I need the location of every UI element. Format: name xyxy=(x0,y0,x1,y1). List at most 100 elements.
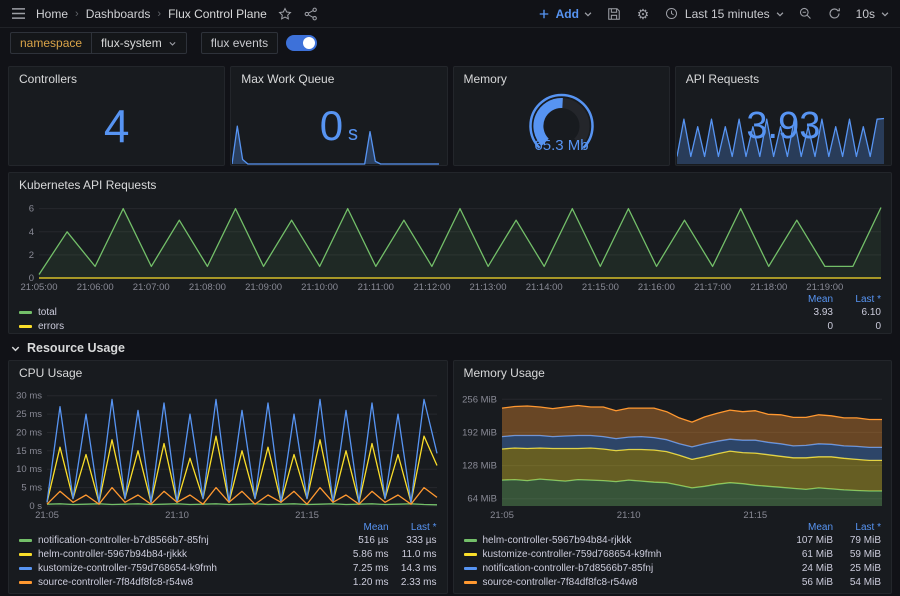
legend-last-value: 11.0 ms xyxy=(389,549,437,560)
legend-item[interactable]: source-controller-7f84df8fc8-r54w81.20 m… xyxy=(19,575,437,589)
legend-last-value: 14.3 ms xyxy=(389,563,437,574)
legend-mean-value: 7.25 ms xyxy=(333,563,389,574)
legend-header: MeanLast * xyxy=(19,521,437,533)
toolbar-right: Add ⚙ Last 15 minutes 10s xyxy=(536,6,890,22)
legend-col-mean[interactable]: Mean xyxy=(777,522,833,533)
legend-item[interactable]: notification-controller-b7d8566b7-85fnj5… xyxy=(19,533,437,547)
legend-mean-value: 3.93 xyxy=(777,307,833,318)
variable-label-text: flux events xyxy=(211,36,268,50)
chevron-down-icon xyxy=(775,9,785,19)
controllers-stat-value: 4 xyxy=(104,103,130,149)
svg-text:21:14:00: 21:14:00 xyxy=(526,282,563,293)
svg-text:21:19:00: 21:19:00 xyxy=(806,282,843,293)
series-color-dash xyxy=(464,539,477,542)
legend-last-value: 25 MiB xyxy=(833,563,881,574)
svg-text:21:05: 21:05 xyxy=(35,510,59,521)
variable-label-namespace: namespace xyxy=(10,32,91,54)
legend-item[interactable]: helm-controller-5967b94b84-rjkkk107 MiB7… xyxy=(464,533,882,547)
panel-title-controllers[interactable]: Controllers xyxy=(19,72,77,86)
chevron-down-icon xyxy=(880,9,890,19)
breadcrumb-dashboards[interactable]: Dashboards xyxy=(86,7,151,21)
api-requests-stat-value: 3.93 xyxy=(746,107,820,145)
panel-title-cpu-usage[interactable]: CPU Usage xyxy=(19,366,82,380)
svg-text:21:15: 21:15 xyxy=(743,510,767,521)
svg-text:21:12:00: 21:12:00 xyxy=(414,282,451,293)
series-color-dash xyxy=(19,311,32,314)
svg-text:21:09:00: 21:09:00 xyxy=(245,282,282,293)
svg-text:21:05: 21:05 xyxy=(490,510,514,521)
svg-text:6: 6 xyxy=(29,204,34,215)
svg-text:15 ms: 15 ms xyxy=(16,446,42,457)
variable-select-namespace[interactable]: flux-system xyxy=(91,32,187,54)
kubernetes-api-requests-chart[interactable]: 024621:05:0021:06:0021:07:0021:08:0021:0… xyxy=(13,197,887,293)
legend-header: MeanLast * xyxy=(19,293,881,305)
svg-text:10 ms: 10 ms xyxy=(16,464,42,475)
legend-col-mean[interactable]: Mean xyxy=(333,522,389,533)
panel-title-max-work-queue[interactable]: Max Work Queue xyxy=(241,72,334,86)
refresh-icon[interactable] xyxy=(827,6,843,22)
menu-icon[interactable] xyxy=(10,6,26,22)
legend-last-value: 333 µs xyxy=(389,535,437,546)
chevron-down-icon xyxy=(583,9,593,19)
variable-value-text: flux-system xyxy=(101,36,162,50)
legend-item[interactable]: total3.936.10 xyxy=(19,305,881,319)
panel-title-memory[interactable]: Memory xyxy=(464,72,507,86)
series-color-dash xyxy=(464,553,477,556)
star-icon[interactable] xyxy=(277,6,293,22)
flux-events-toggle[interactable] xyxy=(286,35,317,51)
add-button[interactable]: Add xyxy=(536,6,593,22)
legend-item[interactable]: notification-controller-b7d8566b7-85fnj2… xyxy=(464,561,882,575)
add-button-label: Add xyxy=(556,7,579,21)
legend-col-last[interactable]: Last * xyxy=(833,522,881,533)
legend-last-value: 0 xyxy=(833,321,881,332)
svg-text:21:16:00: 21:16:00 xyxy=(638,282,675,293)
legend-mean-value: 1.20 ms xyxy=(333,577,389,588)
cpu-usage-chart[interactable]: 0 s5 ms10 ms15 ms20 ms25 ms30 ms21:0521:… xyxy=(13,385,443,521)
legend-col-last[interactable]: Last * xyxy=(389,522,437,533)
breadcrumb-home[interactable]: Home xyxy=(36,7,68,21)
panel-api-requests: API Requests 3.93 xyxy=(675,66,892,166)
legend-item[interactable]: kustomize-controller-759d768654-k9fmh7.2… xyxy=(19,561,437,575)
row-resource-usage[interactable]: Resource Usage xyxy=(8,336,892,360)
legend-item[interactable]: source-controller-7f84df8fc8-r54w856 MiB… xyxy=(464,575,882,589)
chevron-down-icon xyxy=(168,39,177,48)
panel-title-api-requests[interactable]: API Requests xyxy=(686,72,759,86)
svg-text:21:06:00: 21:06:00 xyxy=(77,282,114,293)
panel-memory: Memory 65.3 Mb xyxy=(453,66,670,166)
panel-kubernetes-api-requests: Kubernetes API Requests 024621:05:0021:0… xyxy=(8,172,892,334)
legend-item[interactable]: kustomize-controller-759d768654-k9fmh61 … xyxy=(464,547,882,561)
panel-title-kubernetes-api-requests[interactable]: Kubernetes API Requests xyxy=(19,178,156,192)
variable-namespace: namespace flux-system xyxy=(10,32,187,54)
panel-title-memory-usage[interactable]: Memory Usage xyxy=(464,366,545,380)
svg-text:4: 4 xyxy=(29,227,34,238)
zoom-out-icon[interactable] xyxy=(798,6,814,22)
series-color-dash xyxy=(19,581,32,584)
cpu-usage-legend: MeanLast *notification-controller-b7d856… xyxy=(9,521,447,589)
svg-text:128 MiB: 128 MiB xyxy=(462,461,497,472)
legend-item[interactable]: errors00 xyxy=(19,319,881,333)
svg-text:256 MiB: 256 MiB xyxy=(462,394,497,405)
time-range-picker[interactable]: Last 15 minutes xyxy=(664,6,785,22)
memory-gauge[interactable]: 65.3 Mb xyxy=(454,91,669,163)
share-icon[interactable] xyxy=(303,6,319,22)
svg-text:21:11:00: 21:11:00 xyxy=(358,282,394,293)
dashboard-grid: Controllers 4 Max Work Queue 0 s Memory … xyxy=(0,58,900,596)
svg-text:21:05:00: 21:05:00 xyxy=(21,282,58,293)
breadcrumb-current: Flux Control Plane xyxy=(168,7,267,21)
legend-mean-value: 61 MiB xyxy=(777,549,833,560)
refresh-interval-dropdown[interactable]: 10s xyxy=(856,7,890,21)
svg-text:21:08:00: 21:08:00 xyxy=(189,282,226,293)
legend-item[interactable]: helm-controller-5967b94b84-rjkkk5.86 ms1… xyxy=(19,547,437,561)
top-nav: Home › Dashboards › Flux Control Plane A… xyxy=(0,0,900,28)
max-work-queue-stat-value: 0 xyxy=(320,105,343,147)
svg-text:21:15: 21:15 xyxy=(295,510,319,521)
legend-last-value: 6.10 xyxy=(833,307,881,318)
save-dashboard-icon[interactable] xyxy=(606,6,622,22)
memory-usage-chart[interactable]: 64 MiB128 MiB192 MiB256 MiB21:0521:1021:… xyxy=(458,385,888,521)
legend-col-mean[interactable]: Mean xyxy=(777,294,833,305)
dashboard-settings-gear-icon[interactable]: ⚙ xyxy=(635,6,651,22)
legend-last-value: 2.33 ms xyxy=(389,577,437,588)
kubernetes-api-requests-legend: MeanLast *total3.936.10errors00 xyxy=(9,293,891,333)
breadcrumb: Home › Dashboards › Flux Control Plane xyxy=(36,7,267,21)
legend-col-last[interactable]: Last * xyxy=(833,294,881,305)
